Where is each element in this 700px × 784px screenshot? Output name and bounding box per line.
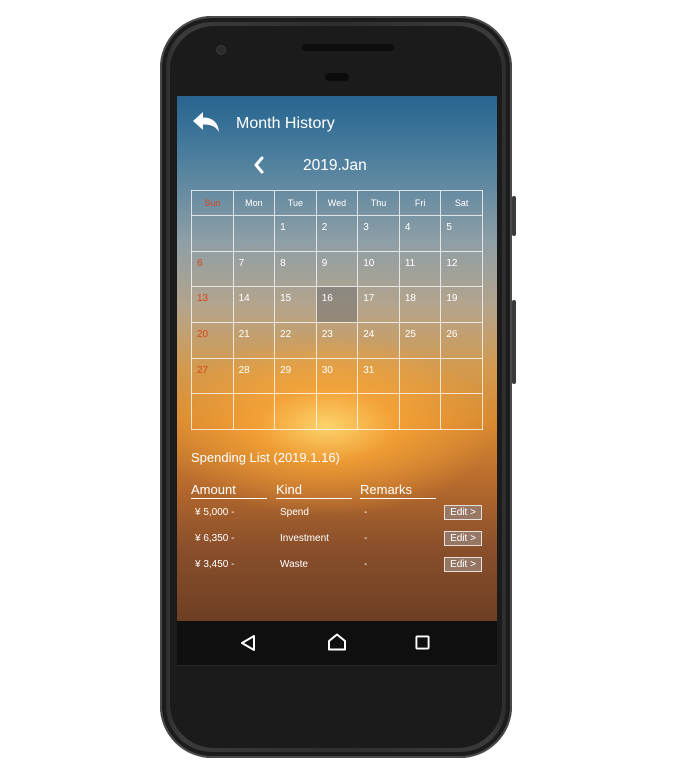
weekday-wed: Wed [315,190,359,216]
calendar-day-cell[interactable] [232,393,276,430]
calendar-day-cell[interactable]: 9 [315,250,359,288]
row-kind: Waste [280,559,308,570]
edit-button[interactable]: Edit > [444,531,482,546]
calendar-day-cell[interactable]: 28 [232,357,276,395]
calendar-day-cell[interactable]: 6 [191,250,234,288]
recents-icon[interactable] [415,635,430,650]
column-header-amount: Amount [191,482,267,499]
back-arrow-icon[interactable] [191,110,221,136]
home-icon[interactable] [327,633,347,651]
calendar-day-cell[interactable]: 5 [440,215,483,252]
weekday-header-row: Sun Mon Tue Wed Thu Fri Sat [191,190,483,216]
page-title: Month History [236,115,335,132]
calendar-day-cell[interactable]: 23 [315,321,359,359]
calendar-day-cell[interactable]: 30 [315,357,359,395]
calendar-day-cell[interactable]: 18 [398,286,442,323]
month-label: 2019.Jan [303,157,367,174]
volume-button [512,300,516,384]
spending-list-title: Spending List (2019.1.16) [191,450,340,465]
row-amount: ¥ 6,350 - [195,533,235,544]
weekday-mon: Mon [232,190,276,216]
row-amount: ¥ 3,450 - [195,559,235,570]
calendar-day-cell[interactable] [274,393,317,430]
calendar-day-cell[interactable]: 27 [191,357,234,395]
calendar-day-cell[interactable]: 14 [232,286,276,323]
calendar-day-cell[interactable]: 17 [357,286,400,323]
calendar-day-cell[interactable]: 1 [274,215,317,252]
row-kind: Spend [280,507,309,518]
calendar-day-cell[interactable]: 10 [357,250,400,288]
calendar-day-cell[interactable]: 19 [440,286,483,323]
calendar-day-cell[interactable] [191,393,234,430]
front-camera [217,46,225,54]
earpiece-speaker [302,44,394,51]
calendar-day-cell[interactable]: 12 [440,250,483,288]
proximity-sensor [325,73,349,81]
android-nav-bar [177,621,497,665]
calendar-week-row: 1 2 3 4 5 [191,215,483,252]
calendar-day-cell[interactable]: 24 [357,321,400,359]
calendar-day-cell[interactable] [232,215,276,252]
column-header-kind: Kind [276,482,352,499]
calendar-day-cell[interactable] [315,393,359,430]
calendar-day-cell[interactable]: 29 [274,357,317,395]
row-remarks: - [364,559,368,570]
calendar-day-cell[interactable] [440,393,483,430]
power-button [512,196,516,236]
column-header-remarks: Remarks [360,482,436,499]
calendar-day-cell[interactable]: 7 [232,250,276,288]
calendar-day-cell[interactable] [191,215,234,252]
back-triangle-icon[interactable] [240,634,256,652]
calendar-day-cell[interactable]: 31 [357,357,400,395]
row-remarks: - [364,533,368,544]
row-remarks: - [364,507,368,518]
calendar-day-cell[interactable]: 20 [191,321,234,359]
calendar-day-cell[interactable]: 3 [357,215,400,252]
calendar-week-row: 27 28 29 30 31 [191,357,483,395]
calendar-day-cell[interactable] [357,393,400,430]
calendar-day-cell[interactable]: 22 [274,321,317,359]
nav-divider [177,665,497,666]
weekday-sat: Sat [440,190,483,216]
chevron-left-icon[interactable] [252,156,266,174]
weekday-tue: Tue [274,190,317,216]
calendar-day-cell[interactable]: 21 [232,321,276,359]
app-screen: Month History 2019.Jan Sun Mon Tue Wed T… [177,96,497,621]
calendar-day-cell[interactable]: 4 [398,215,442,252]
calendar-day-cell[interactable]: 8 [274,250,317,288]
calendar-day-cell[interactable]: 11 [398,250,442,288]
calendar-day-cell[interactable]: 15 [274,286,317,323]
calendar-day-cell[interactable] [398,393,442,430]
calendar-day-cell[interactable]: 13 [191,286,234,323]
calendar-day-cell[interactable]: 2 [315,215,359,252]
weekday-thu: Thu [357,190,400,216]
calendar-week-row [191,393,483,430]
row-kind: Investment [280,533,329,544]
weekday-sun: Sun [191,190,234,216]
calendar-day-cell[interactable]: 25 [398,321,442,359]
calendar-day-cell[interactable]: 26 [440,321,483,359]
edit-button[interactable]: Edit > [444,505,482,520]
edit-button[interactable]: Edit > [444,557,482,572]
calendar-week-row: 6 7 8 9 10 11 12 [191,250,483,288]
calendar-week-row: 20 21 22 23 24 25 26 [191,321,483,359]
row-amount: ¥ 5,000 - [195,507,235,518]
calendar-week-row: 13 14 15 16 17 18 19 [191,286,483,323]
weekday-fri: Fri [398,190,442,216]
calendar-day-cell[interactable] [440,357,483,395]
calendar-day-cell-selected[interactable]: 16 [315,286,359,323]
calendar-grid: Sun Mon Tue Wed Thu Fri Sat 1 2 3 4 5 6 [191,190,483,430]
calendar-day-cell[interactable] [398,357,442,395]
